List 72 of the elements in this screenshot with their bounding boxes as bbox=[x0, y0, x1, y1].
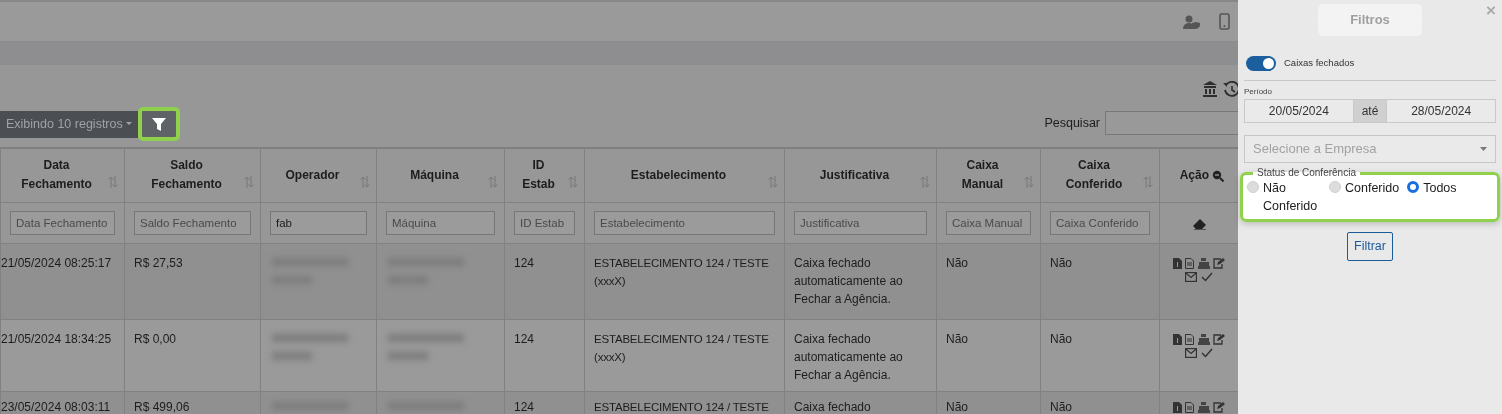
table-cell: Caixa fechado bbox=[794, 399, 871, 414]
edit-icon[interactable] bbox=[1213, 401, 1225, 413]
date-field[interactable]: 28/05/2024 bbox=[1386, 99, 1496, 123]
column-header[interactable]: Ação bbox=[1179, 165, 1209, 185]
table-cell: ESTABELECIMENTO 124 / TESTE (xxxX) bbox=[594, 256, 769, 287]
caret-icon bbox=[1480, 147, 1487, 151]
table-cell: R$ 0,00 bbox=[134, 331, 177, 346]
column-filter-field[interactable]: Caixa Conferido bbox=[1050, 210, 1150, 235]
zoom-out-icon[interactable] bbox=[1212, 169, 1225, 182]
invoice-icon[interactable] bbox=[1173, 401, 1182, 413]
table-cell: Caixa fechado automaticamente ao Fechar a Agência. bbox=[794, 255, 903, 306]
radio-label: Conferido bbox=[1345, 180, 1400, 197]
table-cell: Não bbox=[946, 331, 968, 346]
edit-icon[interactable] bbox=[1213, 333, 1225, 345]
radio-label: Todos bbox=[1423, 180, 1457, 197]
cash-register-icon[interactable] bbox=[1197, 401, 1210, 413]
eraser-icon[interactable] bbox=[1192, 218, 1206, 230]
column-filter-field[interactable]: Data Fechamento bbox=[10, 210, 115, 235]
envelope-icon[interactable] bbox=[1185, 348, 1198, 359]
check-icon[interactable] bbox=[1200, 272, 1213, 283]
table-cell: R$ 27,53 bbox=[134, 255, 183, 270]
table-cell: 23/05/2024 08:03:11 bbox=[1, 399, 111, 414]
toggle-switch[interactable] bbox=[1246, 56, 1276, 71]
user-shield-icon[interactable] bbox=[1183, 14, 1201, 29]
filter-button[interactable] bbox=[138, 107, 180, 141]
search-label: Pesquisar bbox=[1044, 114, 1100, 132]
page-length-dropdown[interactable]: Exibindo 10 registros bbox=[0, 111, 138, 138]
history-icon[interactable] bbox=[1223, 81, 1238, 97]
group-legend: Status de Conferência bbox=[1253, 167, 1360, 179]
table-cell: 21/05/2024 18:34:25 bbox=[1, 331, 112, 346]
check-icon[interactable] bbox=[1200, 348, 1213, 359]
radio-label: Não Conferido bbox=[1263, 180, 1319, 215]
column-filter-field[interactable]: Máquina bbox=[386, 210, 495, 235]
table-cell: Não bbox=[1050, 255, 1072, 270]
envelope-icon[interactable] bbox=[1185, 272, 1198, 283]
cash-register-icon[interactable] bbox=[1197, 333, 1210, 345]
column-filter-field[interactable]: Justificativa bbox=[794, 210, 927, 235]
table-cell: ESTABELECIMENTO 124 / TESTE (xxxX) bbox=[594, 332, 769, 363]
table-cell: Não bbox=[946, 399, 968, 414]
range-separator: até bbox=[1353, 99, 1387, 123]
table-cell: Não bbox=[1050, 399, 1072, 414]
column-filter-field[interactable]: Saldo Fechamento bbox=[134, 210, 251, 235]
smartphone-icon[interactable] bbox=[1219, 13, 1230, 30]
document-icon[interactable] bbox=[1185, 401, 1195, 413]
table-cell: Caixa fechado automaticamente ao Fechar a Agência. bbox=[794, 331, 903, 382]
document-icon[interactable] bbox=[1185, 333, 1195, 345]
filter-icon bbox=[152, 117, 166, 131]
column-filter-field[interactable]: Caixa Manual bbox=[946, 210, 1031, 235]
column-filter-field[interactable]: fab bbox=[270, 210, 367, 235]
radio-button[interactable] bbox=[1407, 181, 1420, 193]
column-filter-field[interactable]: Estabelecimento bbox=[594, 210, 775, 235]
search-field[interactable] bbox=[1105, 111, 1238, 135]
filter-submit-button[interactable]: Filtrar bbox=[1347, 232, 1393, 261]
date-field[interactable]: 20/05/2024 bbox=[1244, 99, 1354, 123]
table-cell: Não bbox=[1050, 331, 1072, 346]
document-icon[interactable] bbox=[1185, 257, 1195, 269]
column-filter-field[interactable]: ID Estab bbox=[514, 210, 575, 235]
table-cell: 21/05/2024 08:25:17 bbox=[1, 255, 112, 270]
table-cell: 124 bbox=[514, 331, 535, 346]
cash-register-icon[interactable] bbox=[1197, 257, 1210, 269]
table-cell: 124 bbox=[514, 399, 535, 414]
table-cell: R$ 499,06 bbox=[134, 399, 190, 414]
building-icon[interactable] bbox=[1202, 81, 1218, 97]
field-label: Período bbox=[1244, 87, 1274, 97]
select-placeholder: Selecione a Empresa bbox=[1253, 140, 1377, 159]
edit-icon[interactable] bbox=[1213, 257, 1225, 269]
toggle-label: Caixas fechados bbox=[1284, 56, 1355, 71]
table-cell: Não bbox=[946, 255, 968, 270]
table-cell: ESTABELECIMENTO 124 / TESTE bbox=[594, 400, 769, 413]
table-cell: 124 bbox=[514, 255, 535, 270]
invoice-icon[interactable] bbox=[1173, 333, 1182, 345]
invoice-icon[interactable] bbox=[1173, 257, 1182, 269]
